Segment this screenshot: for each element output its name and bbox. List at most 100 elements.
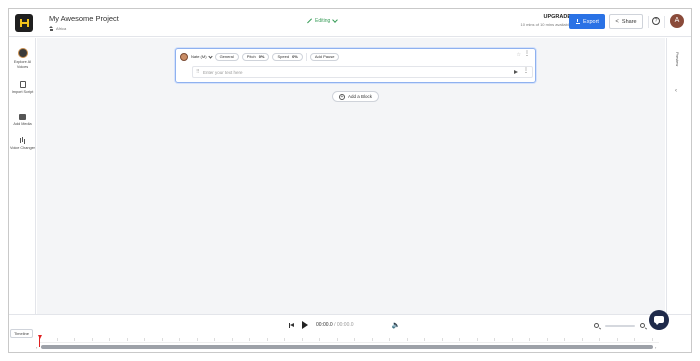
ruler-tick [424,338,425,341]
ruler-tick [511,338,513,341]
app-window: My Awesome Project Africa Editing UPGRAD… [8,8,692,353]
editing-mode-dropdown[interactable]: Editing [307,17,339,24]
project-title[interactable]: My Awesome Project [49,14,119,23]
document-icon [19,81,26,88]
upgrade-title: UPGRADE [543,14,571,20]
preview-panel-toggle[interactable]: Preview ‹ [666,38,691,314]
upgrade-info[interactable]: UPGRADE 10 mins of 10 mins available [489,14,571,27]
ruler-tick [564,338,565,341]
add-pause-button[interactable]: Add Pause [309,52,340,61]
ruler-tick [214,338,215,341]
speed-label: Speed [277,54,290,59]
editor-canvas: Nate (M) General Pitch 0% Speed 0% Add P… [37,38,665,314]
volume-icon[interactable]: 🔈 [392,321,401,329]
text-block-row: ⠿ ⋮ [192,66,533,78]
timeline-ruler[interactable] [39,335,659,343]
ruler-tick [179,338,180,341]
timecode: 00:00.0 / 00:00.0 [316,322,354,328]
ruler-tick [284,338,285,341]
player-controls: 00:00.0 / 00:00.0 🔈 [289,320,400,330]
plus-icon: + [338,93,345,100]
ruler-tick [599,338,600,341]
scroll-right-icon[interactable]: › [655,345,656,350]
download-icon [575,19,580,24]
sidebar-item-label: Add Media [13,122,32,126]
playhead-line [39,337,40,347]
ruler-tick [144,338,145,341]
ruler-tick [161,338,163,341]
editing-label: Editing [315,18,331,24]
zoom-slider[interactable] [605,325,635,327]
pitch-pill[interactable]: Pitch 0% [241,52,270,61]
voice-avatar [180,52,188,61]
pitch-label: Pitch [246,54,256,59]
pitch-value: 0% [258,54,265,59]
ruler-tick [389,338,390,341]
voice-name: Nate (M) [191,54,207,59]
scroll-left-icon[interactable]: ‹ [36,345,37,350]
more-options-icon[interactable]: ⋮ [523,68,529,74]
voice-block[interactable]: Nate (M) General Pitch 0% Speed 0% Add P… [175,48,536,83]
player-timeline: Timeline 00:00.0 / 00:00.0 🔈 ‹ › [9,314,691,352]
ruler-tick [266,338,268,341]
sidebar-item-explore-voices[interactable]: Explore AI Voices [9,48,36,69]
share-icon: < [615,18,619,25]
drag-handle-icon[interactable]: ⠿ [196,69,200,75]
voice-selector[interactable]: Nate (M) [191,53,213,59]
sidebar-item-label: Explore AI Voices [13,60,32,69]
share-label: Share [621,18,637,25]
total-time: 00:00.0 [336,322,354,328]
ruler-tick [634,338,635,341]
sidebar-item-label: Voice Changer [10,146,35,150]
chevron-down-icon [207,53,213,59]
timeline-toggle[interactable]: Timeline [10,329,33,338]
avatar[interactable]: A [670,14,684,28]
add-block-button[interactable]: + Add a Block [332,91,379,102]
ruler-tick [319,338,320,341]
home-icon [49,26,54,31]
block-toolbar: Nate (M) General Pitch 0% Speed 0% Add P… [180,52,340,61]
skip-back-icon[interactable] [289,322,294,328]
voice-avatar-icon [17,48,28,58]
ruler-tick [74,338,75,341]
app-logo[interactable] [15,14,33,32]
timeline-scrollbar[interactable] [41,345,653,349]
chat-support-button[interactable] [649,310,669,330]
more-options-icon[interactable]: ⋮ [524,51,530,57]
star-icon[interactable]: ☆ [517,52,521,58]
add-pause-label: Add Pause [314,54,335,59]
help-icon[interactable]: ? [652,17,660,25]
sidebar-item-import-script[interactable]: Import Script [9,81,36,95]
sidebar: Explore AI Voices Import Script Add Medi… [9,38,36,327]
ruler-tick [441,338,443,341]
media-icon [19,114,26,120]
ruler-tick [196,338,198,341]
share-button[interactable]: < Share [609,14,643,29]
ruler-tick [616,338,618,341]
play-icon[interactable] [302,321,308,329]
ruler-tick [354,338,355,341]
sidebar-item-add-media[interactable]: Add Media [9,114,36,127]
speed-value: 0% [292,54,298,59]
zoom-in-icon[interactable] [640,323,645,328]
text-input[interactable] [203,68,493,77]
sidebar-item-label: Import Script [11,90,34,94]
ruler-tick [546,338,548,341]
ruler-tick [494,338,495,341]
export-button[interactable]: Export [569,14,605,29]
ruler-tick [406,338,408,341]
chevron-left-icon: ‹ [675,88,677,94]
zoom-out-icon[interactable] [594,323,599,328]
upgrade-subtitle: 10 mins of 10 mins available [520,22,571,27]
breadcrumb[interactable]: Africa [49,26,66,31]
ruler-tick [56,338,58,341]
style-pill[interactable]: General [214,52,239,61]
play-block-icon[interactable] [514,70,518,74]
sidebar-item-voice-changer[interactable]: Voice Changer [9,137,36,151]
style-label: General [219,54,234,59]
ruler-tick [476,338,478,341]
ruler-tick [301,338,303,341]
speed-pill[interactable]: Speed 0% [272,52,303,61]
pencil-icon [307,19,312,24]
divider [648,16,649,28]
